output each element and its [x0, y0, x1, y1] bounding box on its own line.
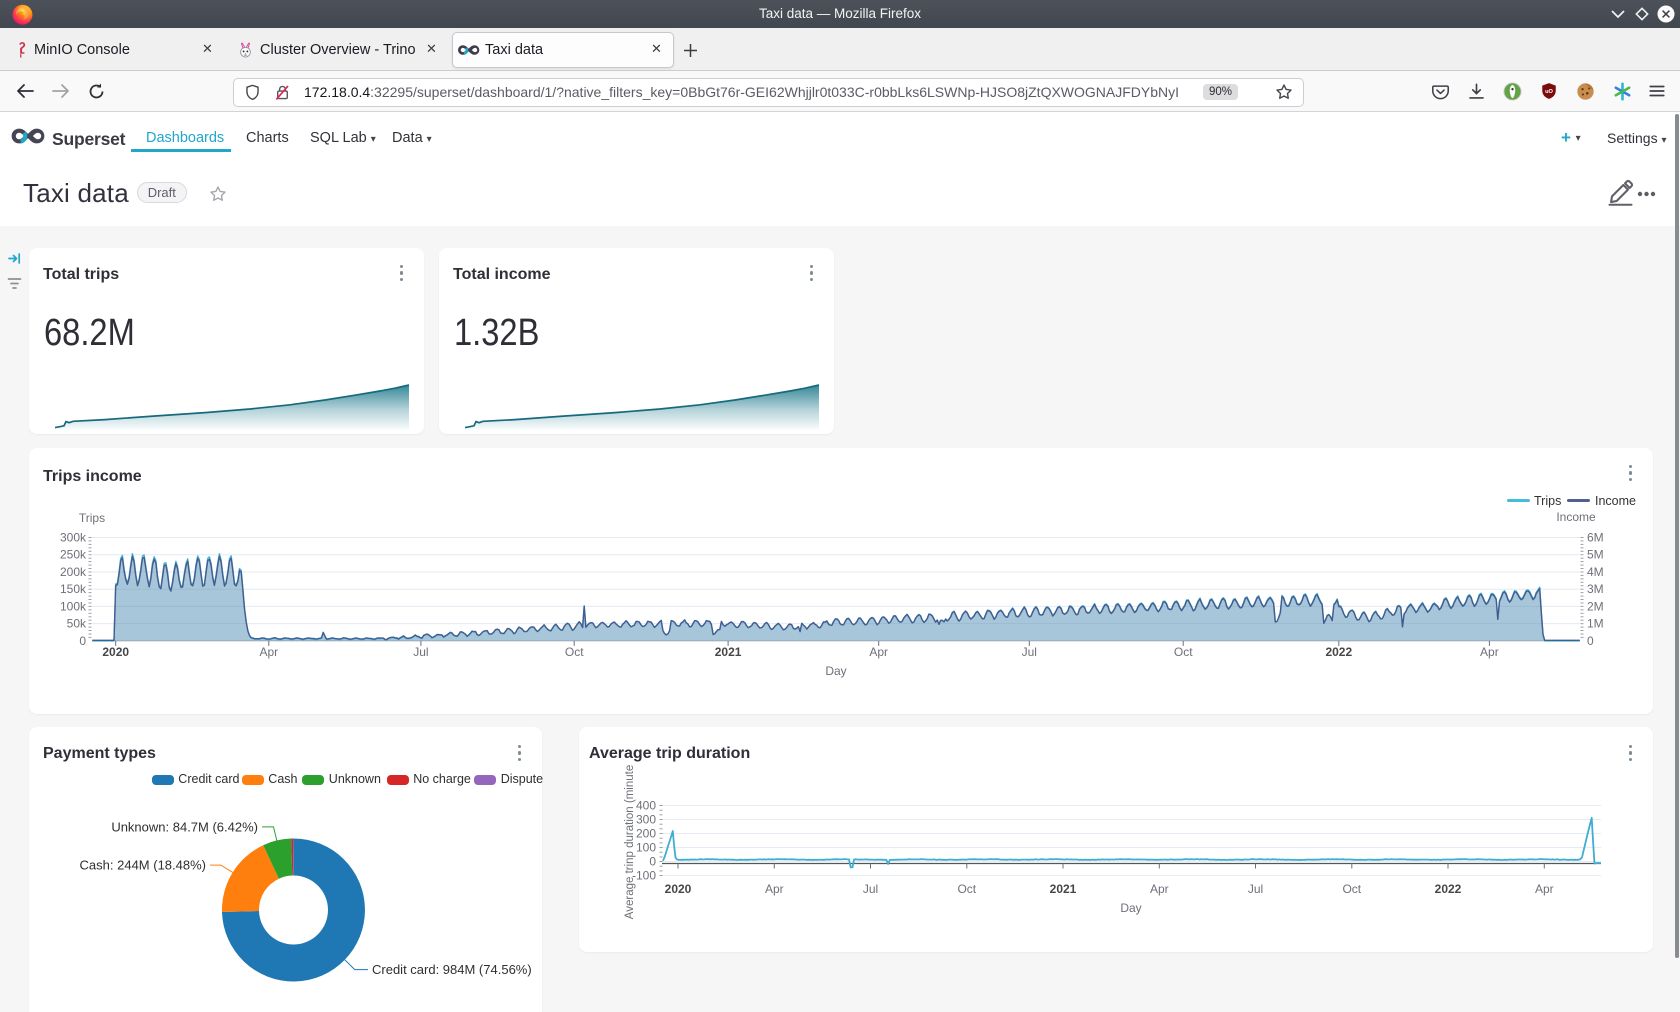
svg-text:150k: 150k: [60, 582, 87, 596]
svg-text:100k: 100k: [60, 599, 87, 613]
svg-text:Jul: Jul: [863, 882, 878, 896]
svg-text:5M: 5M: [1587, 548, 1604, 562]
svg-text:2022: 2022: [1435, 882, 1462, 896]
svg-text:300: 300: [636, 813, 656, 827]
svg-text:250k: 250k: [60, 548, 87, 562]
svg-text:0: 0: [1587, 634, 1594, 648]
svg-text:Oct: Oct: [957, 882, 976, 896]
svg-text:Apr: Apr: [869, 645, 888, 659]
svg-text:Credit card: 984M (74.56%): Credit card: 984M (74.56%): [372, 962, 532, 977]
svg-text:Income: Income: [1556, 510, 1596, 524]
svg-text:50k: 50k: [67, 617, 87, 631]
svg-text:200k: 200k: [60, 565, 87, 579]
svg-text:Unknown: 84.7M (6.42%): Unknown: 84.7M (6.42%): [111, 819, 258, 834]
svg-text:Day: Day: [825, 664, 846, 678]
svg-text:2020: 2020: [665, 882, 692, 896]
svg-text:400: 400: [636, 799, 656, 813]
svg-text:6M: 6M: [1587, 531, 1604, 545]
svg-text:Trips: Trips: [79, 511, 105, 525]
svg-text:Day: Day: [1120, 901, 1141, 915]
svg-text:Apr: Apr: [1480, 645, 1499, 659]
svg-text:2021: 2021: [715, 645, 742, 659]
svg-text:Oct: Oct: [565, 645, 584, 659]
svg-text:1M: 1M: [1587, 617, 1604, 631]
svg-text:4M: 4M: [1587, 565, 1604, 579]
svg-text:Oct: Oct: [1342, 882, 1361, 896]
svg-text:Apr: Apr: [259, 645, 278, 659]
svg-text:300k: 300k: [60, 531, 87, 545]
svg-text:2021: 2021: [1050, 882, 1077, 896]
svg-text:2020: 2020: [102, 645, 129, 659]
svg-text:3M: 3M: [1587, 582, 1604, 596]
svg-text:Jul: Jul: [1248, 882, 1263, 896]
svg-text:Oct: Oct: [1174, 645, 1193, 659]
svg-text:Average trinp duration (minute: Average trinp duration (minute: [624, 765, 636, 920]
svg-text:Apr: Apr: [1150, 882, 1169, 896]
svg-text:Apr: Apr: [1535, 882, 1554, 896]
svg-text:200: 200: [636, 827, 656, 841]
svg-text:Cash: 244M (18.48%): Cash: 244M (18.48%): [80, 858, 206, 873]
svg-text:Jul: Jul: [413, 645, 428, 659]
svg-text:Apr: Apr: [765, 882, 784, 896]
svg-text:0: 0: [649, 855, 656, 869]
svg-text:2M: 2M: [1587, 599, 1604, 613]
svg-text:0: 0: [79, 634, 86, 648]
svg-text:Jul: Jul: [1022, 645, 1037, 659]
svg-text:2022: 2022: [1325, 645, 1352, 659]
svg-text:100: 100: [636, 841, 656, 855]
